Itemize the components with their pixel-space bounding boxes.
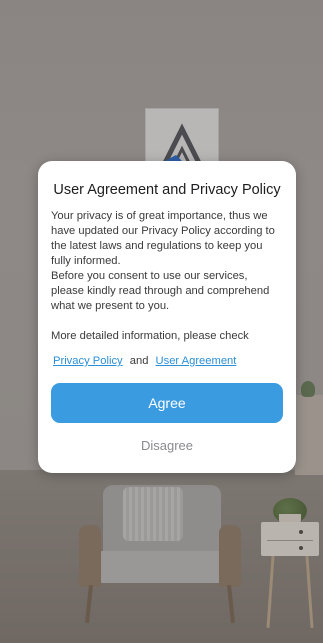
pillow xyxy=(123,487,183,541)
links-conjunction: and xyxy=(129,355,149,367)
dialog-title: User Agreement and Privacy Policy xyxy=(53,182,281,198)
side-table-illustration xyxy=(261,522,319,632)
body-paragraph-1: Your privacy is of great importance, thu… xyxy=(51,210,275,267)
wall-cabinet xyxy=(295,381,323,475)
user-agreement-link[interactable]: User Agreement xyxy=(156,355,237,367)
armchair-illustration xyxy=(75,485,245,625)
privacy-dialog: User Agreement and Privacy Policy Your p… xyxy=(38,161,296,473)
disagree-button[interactable]: Disagree xyxy=(51,431,283,459)
dialog-body: Your privacy is of great importance, thu… xyxy=(51,209,283,344)
privacy-policy-link[interactable]: Privacy Policy xyxy=(53,355,123,367)
agree-button[interactable]: Agree xyxy=(51,383,283,423)
body-paragraph-2: Before you consent to use our services, … xyxy=(51,270,270,312)
more-info-text: More detailed information, please check xyxy=(51,330,249,342)
plant-icon xyxy=(301,381,315,397)
policy-links-row: Privacy Policy and User Agreement xyxy=(51,354,283,369)
